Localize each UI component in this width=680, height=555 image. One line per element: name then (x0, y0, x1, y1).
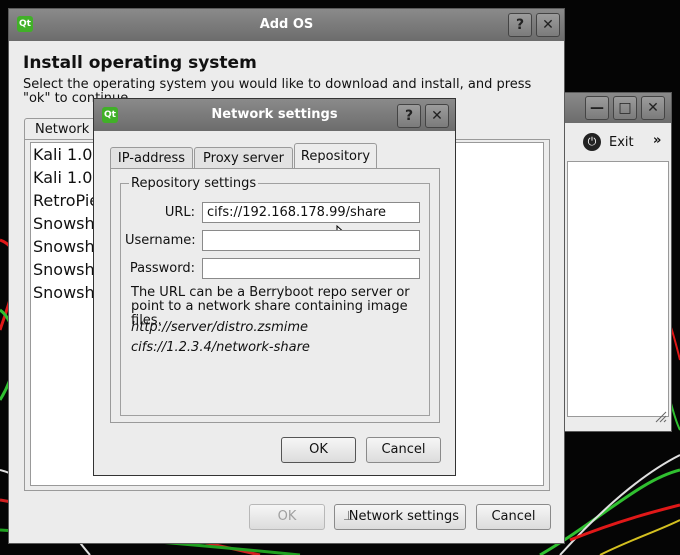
network-settings-titlebar: Qt Network settings ? ✕ (94, 99, 455, 131)
page-heading: Install operating system (23, 53, 257, 73)
os-tab-label: Network s (35, 122, 101, 137)
more-icon[interactable]: » (653, 133, 661, 148)
add-os-titlebar: Qt Add OS ? ✕ (9, 9, 564, 41)
list-item[interactable]: Kali 1.0. (33, 168, 98, 187)
background-window-content (567, 161, 669, 417)
list-item[interactable]: Snowsh (33, 237, 95, 256)
network-settings-dialog: Qt Network settings ? ✕ IP-address Proxy… (93, 98, 456, 476)
exit-toolbar-button[interactable]: ⏻ Exit (583, 133, 653, 155)
minimize-button[interactable]: — (585, 96, 609, 120)
background-window: — □ ✕ ⏻ Exit » (560, 92, 672, 432)
network-icon: ⊥ (343, 509, 355, 524)
help-button[interactable]: ? (397, 104, 421, 128)
maximize-button[interactable]: □ (613, 96, 637, 120)
url-field[interactable]: cifs://192.168.178.99/share (202, 202, 420, 223)
help-button[interactable]: ? (508, 13, 532, 37)
tab-repository[interactable]: Repository (294, 143, 377, 169)
ok-button[interactable]: OK (249, 504, 325, 530)
example-cifs-url: cifs://1.2.3.4/network-share (131, 340, 310, 355)
username-field[interactable] (202, 230, 420, 251)
list-item[interactable]: RetroPie (33, 191, 99, 210)
list-item[interactable]: Snowsh (33, 283, 95, 302)
close-button[interactable]: ✕ (536, 13, 560, 37)
cancel-button[interactable]: Cancel (366, 437, 441, 463)
repository-tab-panel: Repository settings URL: cifs://192.168.… (110, 168, 440, 423)
resize-grip-icon[interactable] (655, 411, 667, 423)
username-label: Username: (125, 233, 196, 248)
network-settings-label: Network settings (348, 509, 459, 524)
ok-button[interactable]: OK (281, 437, 356, 463)
example-http-url: http://server/distro.zsmime (131, 320, 309, 335)
cancel-button[interactable]: Cancel (476, 504, 551, 530)
background-window-titlebar: — □ ✕ (561, 93, 671, 123)
list-item[interactable]: Kali 1.0. (33, 145, 98, 164)
network-settings-button[interactable]: ⊥ Network settings (334, 504, 466, 530)
power-icon: ⏻ (583, 133, 601, 151)
tab-bar: IP-address Proxy server Repository (110, 143, 440, 169)
tab-ip-address[interactable]: IP-address (110, 147, 193, 169)
password-label: Password: (129, 261, 195, 276)
group-title: Repository settings (129, 176, 259, 191)
close-button[interactable]: ✕ (425, 104, 449, 128)
close-button[interactable]: ✕ (641, 96, 665, 120)
url-label: URL: (164, 205, 195, 220)
tab-proxy-server[interactable]: Proxy server (194, 147, 293, 169)
list-item[interactable]: Snowsh (33, 214, 95, 233)
add-os-title: Add OS (259, 17, 314, 32)
password-field[interactable] (202, 258, 420, 279)
list-item[interactable]: Snowsh (33, 260, 95, 279)
exit-label: Exit (609, 135, 634, 150)
